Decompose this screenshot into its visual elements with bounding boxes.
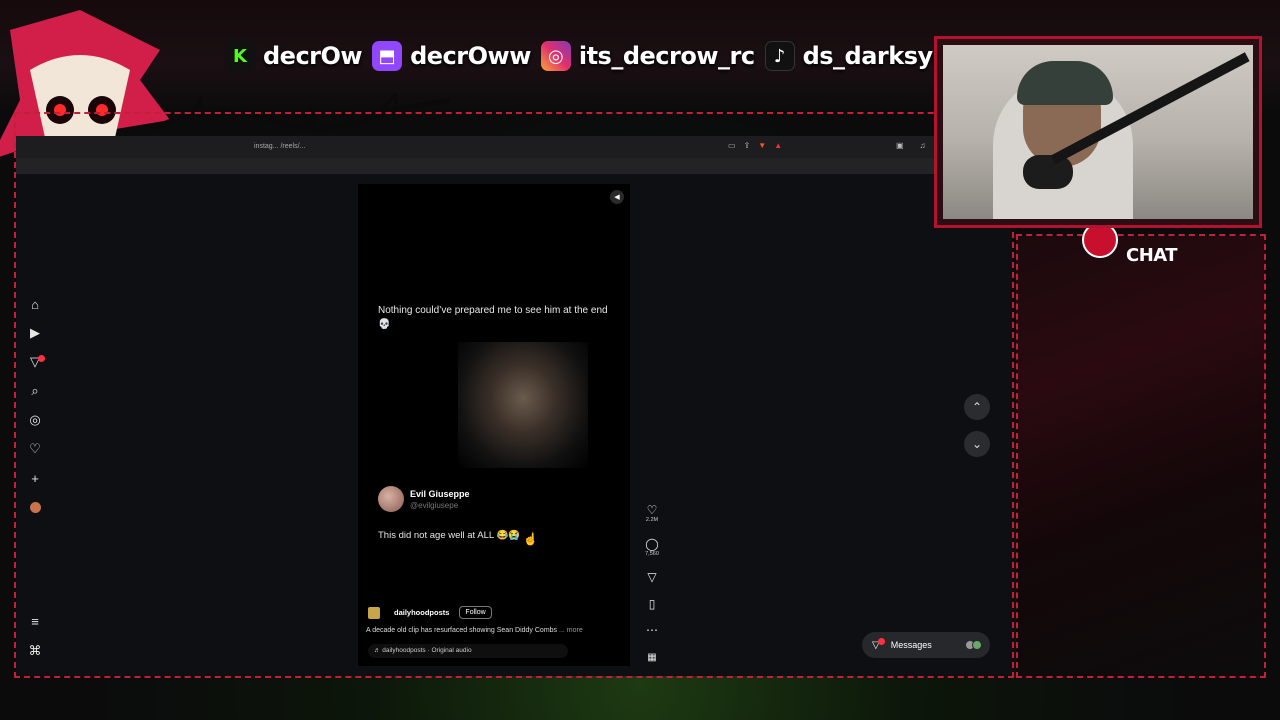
social-handle-twitch: decrOww xyxy=(410,42,531,70)
social-kick: K decrOw xyxy=(225,41,363,71)
social-handle-kick: decrOw xyxy=(263,42,363,70)
webcam-feed xyxy=(943,45,1253,219)
twitch-icon: ⬒ xyxy=(372,41,403,71)
social-instagram: ◎ its_decrow_rc xyxy=(540,41,755,71)
social-twitch: ⬒ decrOww xyxy=(372,41,531,71)
kick-icon: K xyxy=(225,41,255,71)
social-handles-bar: K decrOw ⬒ decrOww ◎ its_decrow_rc ♪ ds_… xyxy=(225,38,963,74)
chat-panel xyxy=(1016,234,1266,678)
screen-capture-frame xyxy=(14,112,1014,678)
social-handle-instagram: its_decrow_rc xyxy=(578,42,755,70)
microphone-icon xyxy=(1023,155,1073,189)
streamer-cap xyxy=(1017,61,1113,105)
webcam-frame xyxy=(934,36,1262,228)
chat-label: CHAT xyxy=(1126,245,1178,266)
instagram-icon: ◎ xyxy=(540,41,571,71)
stream-overlay: K decrOw ⬒ decrOww ◎ its_decrow_rc ♪ ds_… xyxy=(0,0,1280,720)
tiktok-icon: ♪ xyxy=(764,41,795,71)
